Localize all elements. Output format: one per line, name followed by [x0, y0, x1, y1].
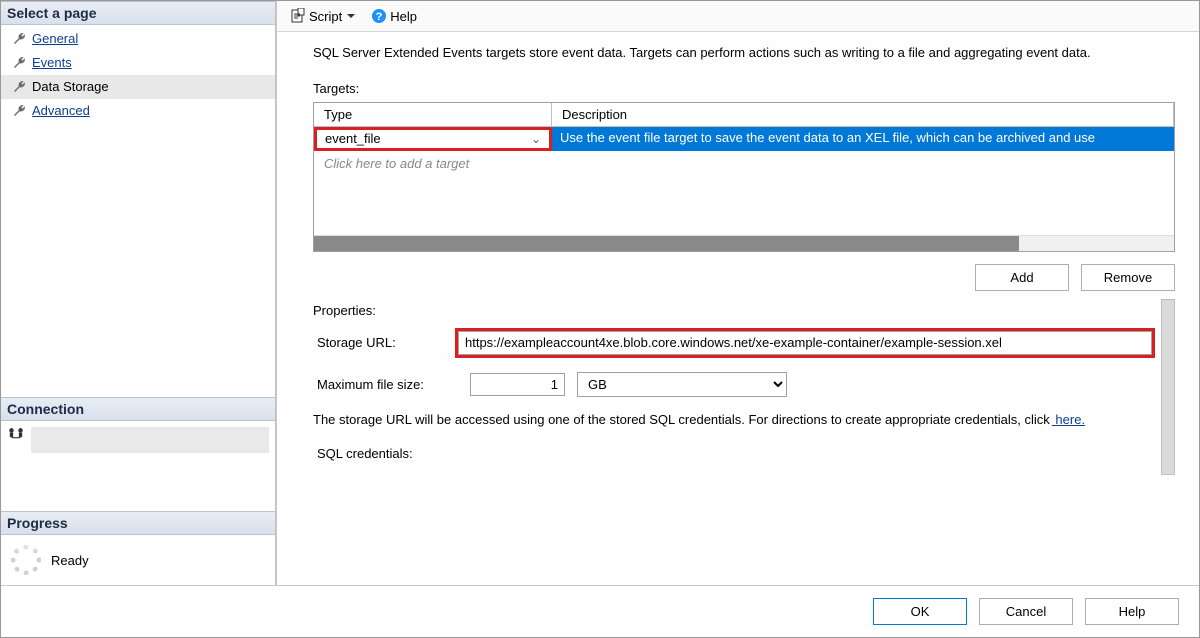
- max-file-size-unit-select[interactable]: GB: [577, 372, 787, 397]
- col-type[interactable]: Type: [314, 103, 552, 126]
- credentials-hint: The storage URL will be accessed using o…: [313, 411, 1155, 430]
- content-panel: Script ? Help SQL Server Extended Events…: [276, 1, 1199, 585]
- connection-header: Connection: [1, 397, 275, 421]
- sidebar-item-advanced[interactable]: Advanced: [1, 99, 275, 123]
- target-type-dropdown[interactable]: event_file ⌄: [314, 127, 552, 151]
- grid-header: Type Description: [314, 103, 1174, 127]
- ok-button[interactable]: OK: [873, 598, 967, 625]
- sidebar-item-label: Events: [32, 53, 72, 73]
- progress-header: Progress: [1, 511, 275, 535]
- chevron-down-icon: ⌄: [531, 132, 541, 146]
- storage-url-highlight: [455, 328, 1155, 358]
- sidebar: Select a page General Events: [1, 1, 276, 585]
- grid-horizontal-scrollbar[interactable]: [314, 235, 1174, 251]
- storage-url-label: Storage URL:: [313, 335, 443, 350]
- properties-vertical-scrollbar[interactable]: [1161, 299, 1175, 475]
- properties-label: Properties:: [313, 303, 1155, 318]
- sidebar-item-label: Data Storage: [32, 77, 109, 97]
- sidebar-item-label: Advanced: [32, 101, 90, 121]
- wrench-icon: [11, 31, 27, 47]
- script-icon: [290, 8, 306, 24]
- wrench-icon: [11, 103, 27, 119]
- targets-label: Targets:: [313, 81, 1175, 96]
- dialog-footer: OK Cancel Help: [1, 585, 1199, 637]
- connection-field: [31, 427, 269, 453]
- credentials-here-link[interactable]: here.: [1052, 412, 1085, 427]
- progress-spinner-icon: [11, 545, 41, 575]
- sidebar-item-events[interactable]: Events: [1, 51, 275, 75]
- page-list: General Events Data Storage: [1, 25, 275, 125]
- select-page-header: Select a page: [1, 1, 275, 25]
- max-file-size-input[interactable]: [470, 373, 565, 396]
- toolbar: Script ? Help: [277, 1, 1199, 32]
- storage-url-input[interactable]: [458, 331, 1152, 355]
- col-description[interactable]: Description: [552, 103, 1174, 126]
- sql-credentials-label: SQL credentials:: [313, 446, 443, 461]
- sidebar-item-label: General: [32, 29, 78, 49]
- svg-text:?: ?: [376, 11, 383, 23]
- help-button[interactable]: Help: [1085, 598, 1179, 625]
- wrench-icon: [11, 55, 27, 71]
- page-description: SQL Server Extended Events targets store…: [313, 44, 1175, 63]
- target-description-cell: Use the event file target to save the ev…: [552, 127, 1174, 151]
- targets-grid: Type Description event_file ⌄ Use the ev…: [313, 102, 1175, 252]
- progress-status: Ready: [51, 553, 89, 568]
- wrench-icon: [11, 79, 27, 95]
- table-row[interactable]: event_file ⌄ Use the event file target t…: [314, 127, 1174, 151]
- help-button[interactable]: ? Help: [366, 5, 422, 27]
- help-label: Help: [390, 9, 417, 24]
- add-target-placeholder[interactable]: Click here to add a target: [314, 151, 1174, 176]
- target-type-value: event_file: [325, 131, 381, 146]
- cancel-button[interactable]: Cancel: [979, 598, 1073, 625]
- help-icon: ?: [371, 8, 387, 24]
- connection-icon: [7, 427, 25, 449]
- script-button[interactable]: Script: [285, 5, 360, 27]
- chevron-down-icon: [347, 14, 355, 18]
- sidebar-item-general[interactable]: General: [1, 27, 275, 51]
- script-label: Script: [309, 9, 342, 24]
- sidebar-item-data-storage[interactable]: Data Storage: [1, 75, 275, 99]
- remove-button[interactable]: Remove: [1081, 264, 1175, 291]
- max-file-size-label: Maximum file size:: [313, 377, 458, 392]
- add-button[interactable]: Add: [975, 264, 1069, 291]
